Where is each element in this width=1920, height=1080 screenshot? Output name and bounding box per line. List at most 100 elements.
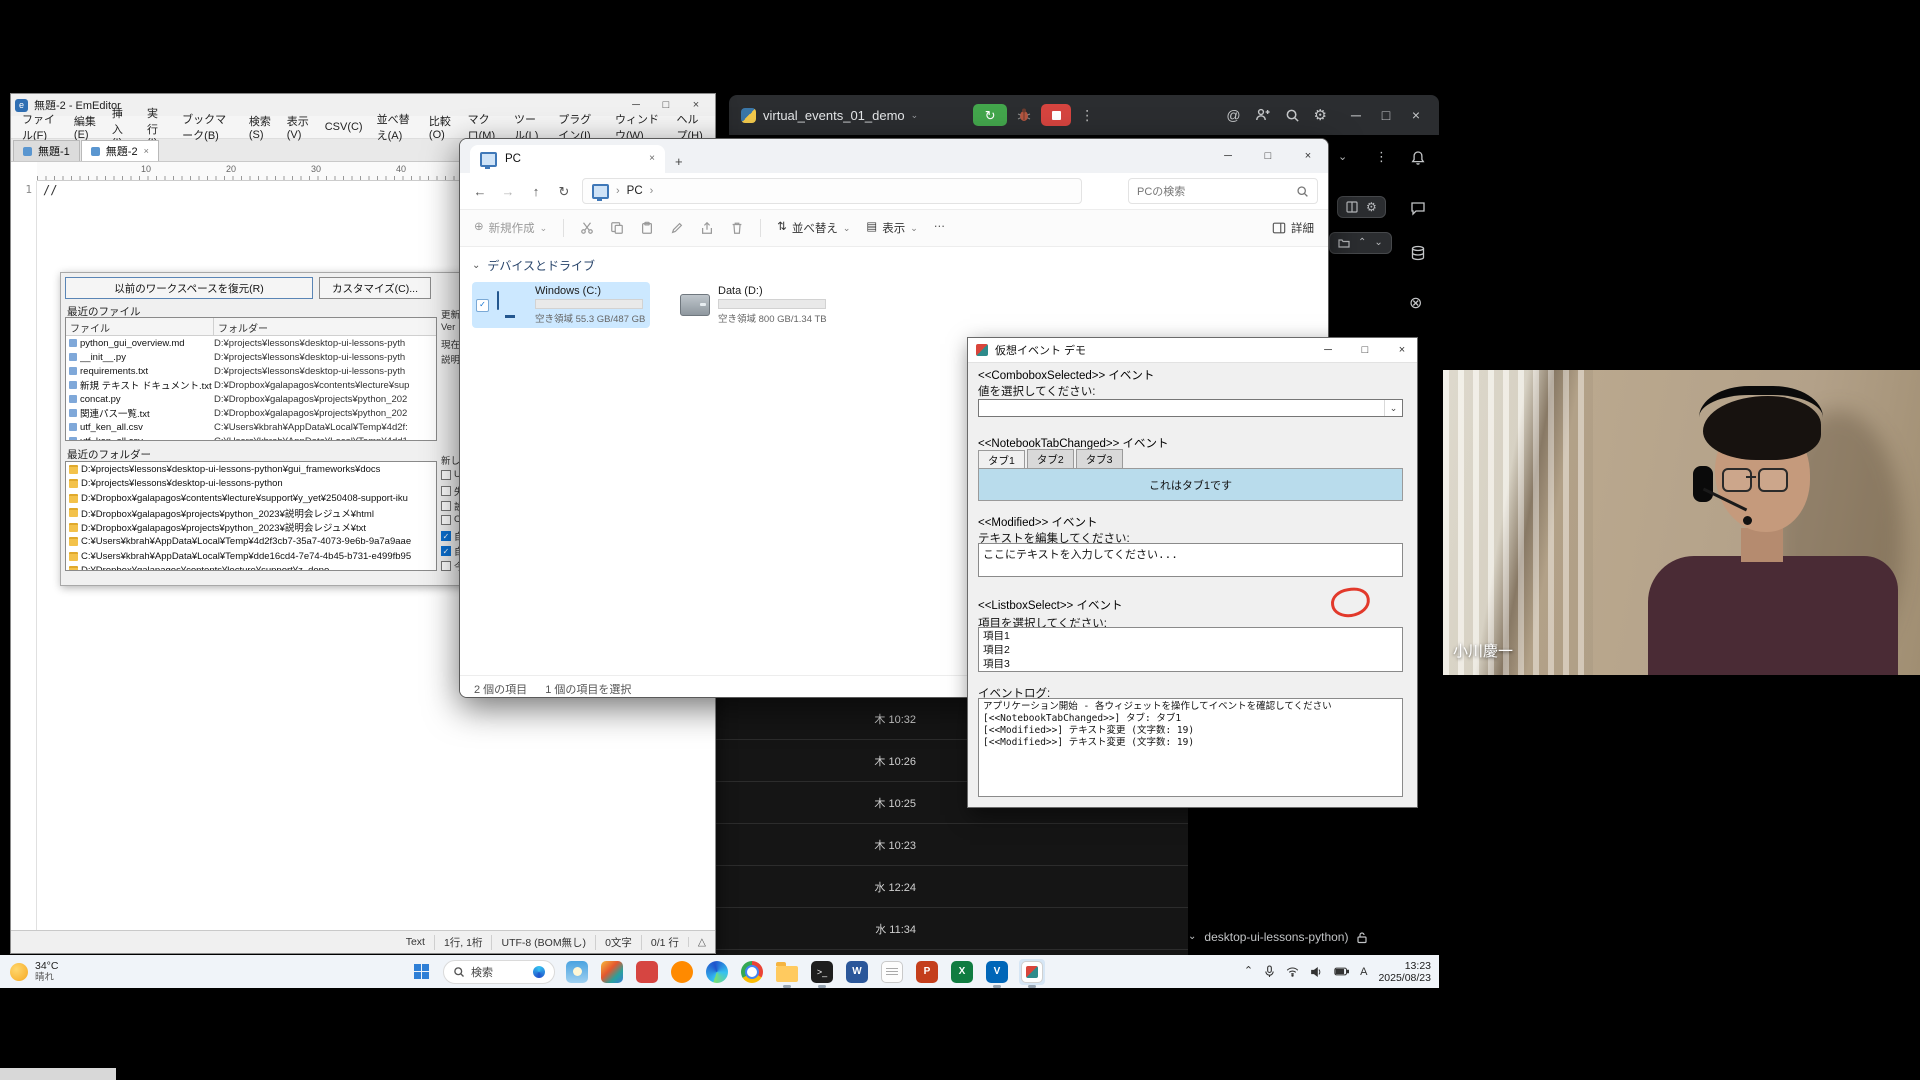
ime-indicator[interactable]: A — [1360, 966, 1367, 978]
battery-icon[interactable] — [1334, 967, 1349, 976]
taskbar-icon-app-red[interactable] — [634, 959, 660, 985]
minimize-icon[interactable]: ─ — [1208, 151, 1248, 162]
table-row[interactable]: 関連パス一覧.txt D:¥Dropbox¥galapagos¥projects… — [66, 406, 436, 420]
minimize-icon[interactable]: ─ — [1341, 108, 1371, 122]
listbox[interactable]: 項目1項目2項目3 — [978, 627, 1403, 672]
new-tab-icon[interactable]: + — [675, 155, 683, 173]
taskbar-icon-word[interactable]: W — [844, 959, 870, 985]
cut-icon[interactable] — [580, 221, 594, 235]
list-item[interactable]: D:¥Dropbox¥galapagos¥projects¥python_202… — [66, 506, 436, 521]
breadcrumb-pc[interactable]: PC — [627, 185, 643, 197]
view-button[interactable]: ▤表示⌄ — [866, 220, 917, 236]
taskbar-icon-vscode[interactable]: V — [984, 959, 1010, 985]
list-item[interactable]: 木 10:23 — [716, 824, 1188, 866]
breadcrumb[interactable]: › PC › — [582, 178, 1082, 204]
comments-icon[interactable] — [1410, 200, 1426, 216]
list-item[interactable]: D:¥Dropbox¥galapagos¥contents¥lecture¥su… — [66, 491, 436, 506]
circled-x-icon[interactable]: ⊗ — [1409, 296, 1422, 312]
taskbar-icon-tk-demo[interactable] — [1019, 959, 1045, 985]
table-row[interactable]: __init__.py D:¥projects¥lessons¥desktop-… — [66, 350, 436, 364]
taskbar-icon-notepad[interactable] — [879, 959, 905, 985]
tab-3[interactable]: タブ3 — [1076, 449, 1123, 469]
sort-button[interactable]: ⇅並べ替え⌄ — [777, 220, 850, 236]
new-item-button[interactable]: ⊕新規作成⌄ — [474, 220, 547, 236]
drive-tile-data-d[interactable]: Data (D:) 空き領域 800 GB/1.34 TB — [676, 282, 854, 328]
kebab-menu-icon[interactable]: ⋮ — [1375, 149, 1388, 165]
chevron-down-icon[interactable]: ⌄ — [1384, 400, 1402, 416]
demo-titlebar[interactable]: 仮想イベント デモ ─ □ × — [968, 338, 1417, 363]
taskbar-icon-powerpoint[interactable]: P — [914, 959, 940, 985]
code-with-me-icon[interactable] — [1255, 107, 1271, 123]
notifications-bell-icon[interactable] — [1410, 150, 1426, 166]
taskbar-icon-edge[interactable] — [704, 959, 730, 985]
taskbar-icon-photos[interactable] — [599, 959, 625, 985]
document-tab[interactable]: 無題-1 — [13, 140, 80, 161]
menu-item[interactable]: 表示(V) — [280, 113, 318, 141]
details-pane-button[interactable]: 詳細 — [1272, 220, 1314, 236]
section-devices-and-drives[interactable]: ⌄ デバイスとドライブ — [472, 257, 1328, 274]
refresh-icon[interactable]: ↻ — [554, 185, 574, 198]
taskbar-icon-excel[interactable]: X — [949, 959, 975, 985]
menu-item[interactable]: 検索(S) — [242, 113, 280, 141]
start-button[interactable] — [408, 959, 434, 985]
search-icon[interactable] — [1285, 108, 1300, 123]
up-icon[interactable]: ↑ — [526, 185, 546, 198]
database-icon[interactable] — [1410, 245, 1426, 261]
forward-icon[interactable]: → — [498, 185, 518, 198]
text-input[interactable]: ここにテキストを入力してください... — [978, 543, 1403, 577]
taskbar-search[interactable]: 検索 — [443, 960, 555, 984]
chevron-down-icon[interactable]: ⌄ — [1338, 150, 1347, 163]
list-item[interactable]: D:¥Dropbox¥galapagos¥contents¥lecture¥su… — [66, 564, 436, 572]
drive-tile-windows-c[interactable]: ✓ Windows (C:) 空き領域 55.3 GB/487 GB — [472, 282, 650, 328]
project-env-label[interactable]: desktop-ui-lessons-python) — [1204, 930, 1348, 944]
stop-button[interactable] — [1041, 104, 1071, 126]
table-row[interactable]: utf_ken_all.csv C:¥Users¥kbrah¥AppData¥L… — [66, 420, 436, 434]
taskbar-icon-weather-app[interactable] — [564, 959, 590, 985]
list-item[interactable]: D:¥Dropbox¥galapagos¥projects¥python_202… — [66, 520, 436, 535]
speaker-icon[interactable] — [1310, 966, 1323, 978]
recent-files-table[interactable]: ファイルフォルダー python_gui_overview.md D:¥proj… — [65, 317, 437, 441]
checkbox-checked[interactable]: ✓ — [476, 299, 489, 312]
customize-button[interactable]: カスタマイズ(C)... — [319, 277, 431, 299]
close-tab-icon[interactable]: × — [649, 154, 655, 164]
menu-item[interactable]: 編集(E) — [67, 113, 105, 141]
menu-item[interactable]: 並べ替え(A) — [370, 111, 422, 143]
delete-icon[interactable] — [730, 221, 744, 235]
taskbar-clock[interactable]: 13:23 2025/08/23 — [1378, 960, 1431, 984]
list-item[interactable]: C:¥Users¥kbrah¥AppData¥Local¥Temp¥4d2f3c… — [66, 535, 436, 550]
settings-gear-icon[interactable]: ⚙ — [1314, 108, 1327, 123]
taskbar-icon-terminal[interactable]: >_ — [809, 959, 835, 985]
maximize-icon[interactable]: □ — [1371, 108, 1401, 122]
maximize-icon[interactable]: □ — [1350, 345, 1380, 356]
wifi-icon[interactable] — [1286, 966, 1299, 977]
table-row[interactable]: python_gui_overview.md D:¥projects¥lesso… — [66, 336, 436, 350]
rename-icon[interactable] — [670, 221, 684, 235]
list-item[interactable]: 項目2 — [983, 643, 1398, 657]
close-tab-icon[interactable]: × — [144, 147, 149, 156]
taskbar-icon-chrome[interactable] — [739, 959, 765, 985]
restore-workspace-button[interactable]: 以前のワークスペースを復元(R) — [65, 277, 313, 299]
event-log[interactable]: アプリケーション開始 - 各ウィジェットを操作してイベントを確認してください[<… — [978, 698, 1403, 797]
checkbox[interactable]: U — [441, 469, 461, 480]
taskbar-icon-app-orange[interactable] — [669, 959, 695, 985]
chevron-down-icon[interactable]: ⌄ — [911, 111, 919, 120]
maximize-icon[interactable]: □ — [651, 100, 681, 111]
menu-item[interactable]: 比較(O) — [422, 113, 461, 141]
checkbox[interactable]: C — [441, 514, 461, 525]
minimize-icon[interactable]: ─ — [621, 100, 651, 111]
list-item[interactable]: 項目3 — [983, 657, 1398, 671]
minimize-icon[interactable]: ─ — [1313, 345, 1343, 356]
list-item[interactable]: D:¥projects¥lessons¥desktop-ui-lessons-p… — [66, 477, 436, 492]
menu-item[interactable]: CSV(C) — [318, 121, 370, 133]
more-actions-icon[interactable]: ⋮ — [1080, 108, 1094, 122]
table-row[interactable]: utf_ken_all.csv C:¥Users¥kbrah¥AppData¥L… — [66, 434, 436, 441]
list-item[interactable]: D:¥projects¥lessons¥desktop-ui-lessons-p… — [66, 462, 436, 477]
navigation-pill[interactable]: ⌃ ⌄ — [1329, 232, 1392, 254]
tray-overflow-chevron-icon[interactable]: ⌃ — [1244, 966, 1253, 977]
run-button[interactable]: ↻ — [973, 104, 1007, 126]
chevron-down-icon[interactable]: ⌄ — [472, 261, 480, 271]
search-icon[interactable] — [1296, 185, 1309, 198]
list-item[interactable]: C:¥Users¥kbrah¥AppData¥Local¥Temp¥dde16c… — [66, 549, 436, 564]
list-item[interactable]: 項目1 — [983, 629, 1398, 643]
menu-item[interactable]: ブックマーク(B) — [175, 111, 242, 143]
